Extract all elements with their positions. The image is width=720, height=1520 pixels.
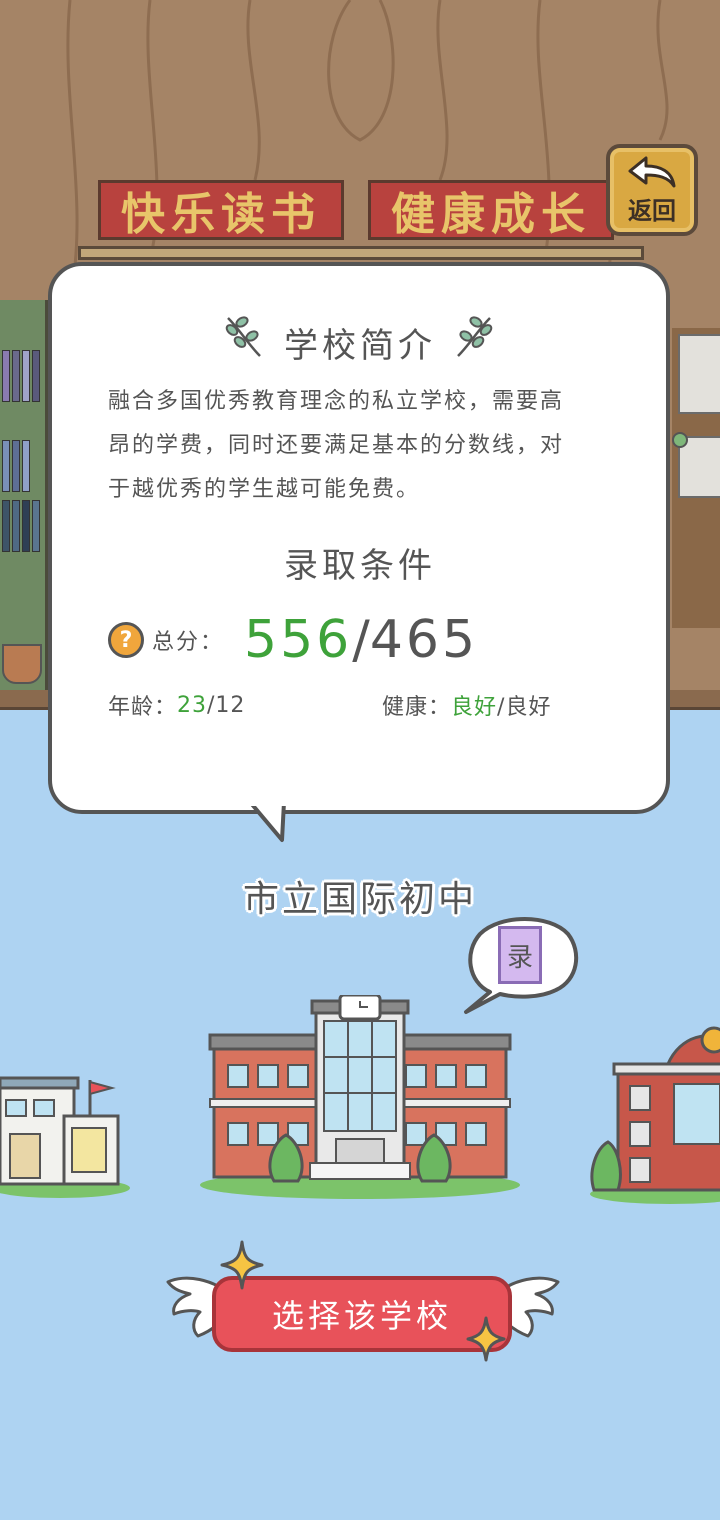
school-building-right[interactable] (590, 1024, 720, 1204)
score-row: ? 总分： 556 / 465 (108, 605, 478, 675)
banner-healthy-growth: 健康成长 (368, 180, 614, 240)
school-description: 融合多国优秀教育理念的私立学校，需要高 昂的学费，同时还要满足基本的分数线，对 … (108, 380, 628, 512)
sparkle-icon (466, 1316, 506, 1362)
health-stat: 健康： 良好 /良好 (382, 688, 551, 722)
card-title: 学校简介 (284, 326, 436, 366)
score-separator: / (352, 610, 370, 670)
back-button[interactable]: 返回 (606, 144, 698, 236)
card-tail (248, 800, 288, 842)
admission-tag: 录 (498, 926, 542, 984)
school-name: 市立国际初中 (242, 879, 477, 920)
leaf-sprig-icon (457, 316, 493, 357)
school-building-main[interactable] (200, 995, 520, 1200)
question-icon[interactable]: ? (108, 622, 144, 658)
health-label: 健康： (382, 695, 452, 720)
description-line: 融合多国优秀教育理念的私立学校，需要高 (108, 389, 565, 414)
school-building-left[interactable] (0, 1070, 130, 1200)
age-stat: 年龄： 23 /12 (108, 688, 245, 722)
age-required: /12 (207, 692, 246, 718)
score-current: 556 (244, 610, 353, 670)
age-current: 23 (177, 692, 208, 718)
health-required: /良好 (497, 695, 552, 720)
shelf-ledge (78, 246, 644, 260)
banner-happy-reading: 快乐读书 (98, 180, 344, 240)
back-label: 返回 (628, 196, 676, 225)
back-arrow-icon (626, 155, 678, 193)
score-label: 总分： (152, 630, 225, 655)
description-line: 昂的学费，同时还要满足基本的分数线，对 (108, 433, 565, 458)
pin-icon (672, 432, 688, 448)
sparkle-icon (220, 1240, 264, 1290)
description-line: 于越优秀的学生越可能免费。 (108, 477, 421, 502)
requirements-title: 录取条件 (284, 546, 436, 586)
health-current: 良好 (451, 695, 498, 720)
age-label: 年龄： (108, 695, 178, 720)
score-required: 465 (369, 610, 479, 670)
